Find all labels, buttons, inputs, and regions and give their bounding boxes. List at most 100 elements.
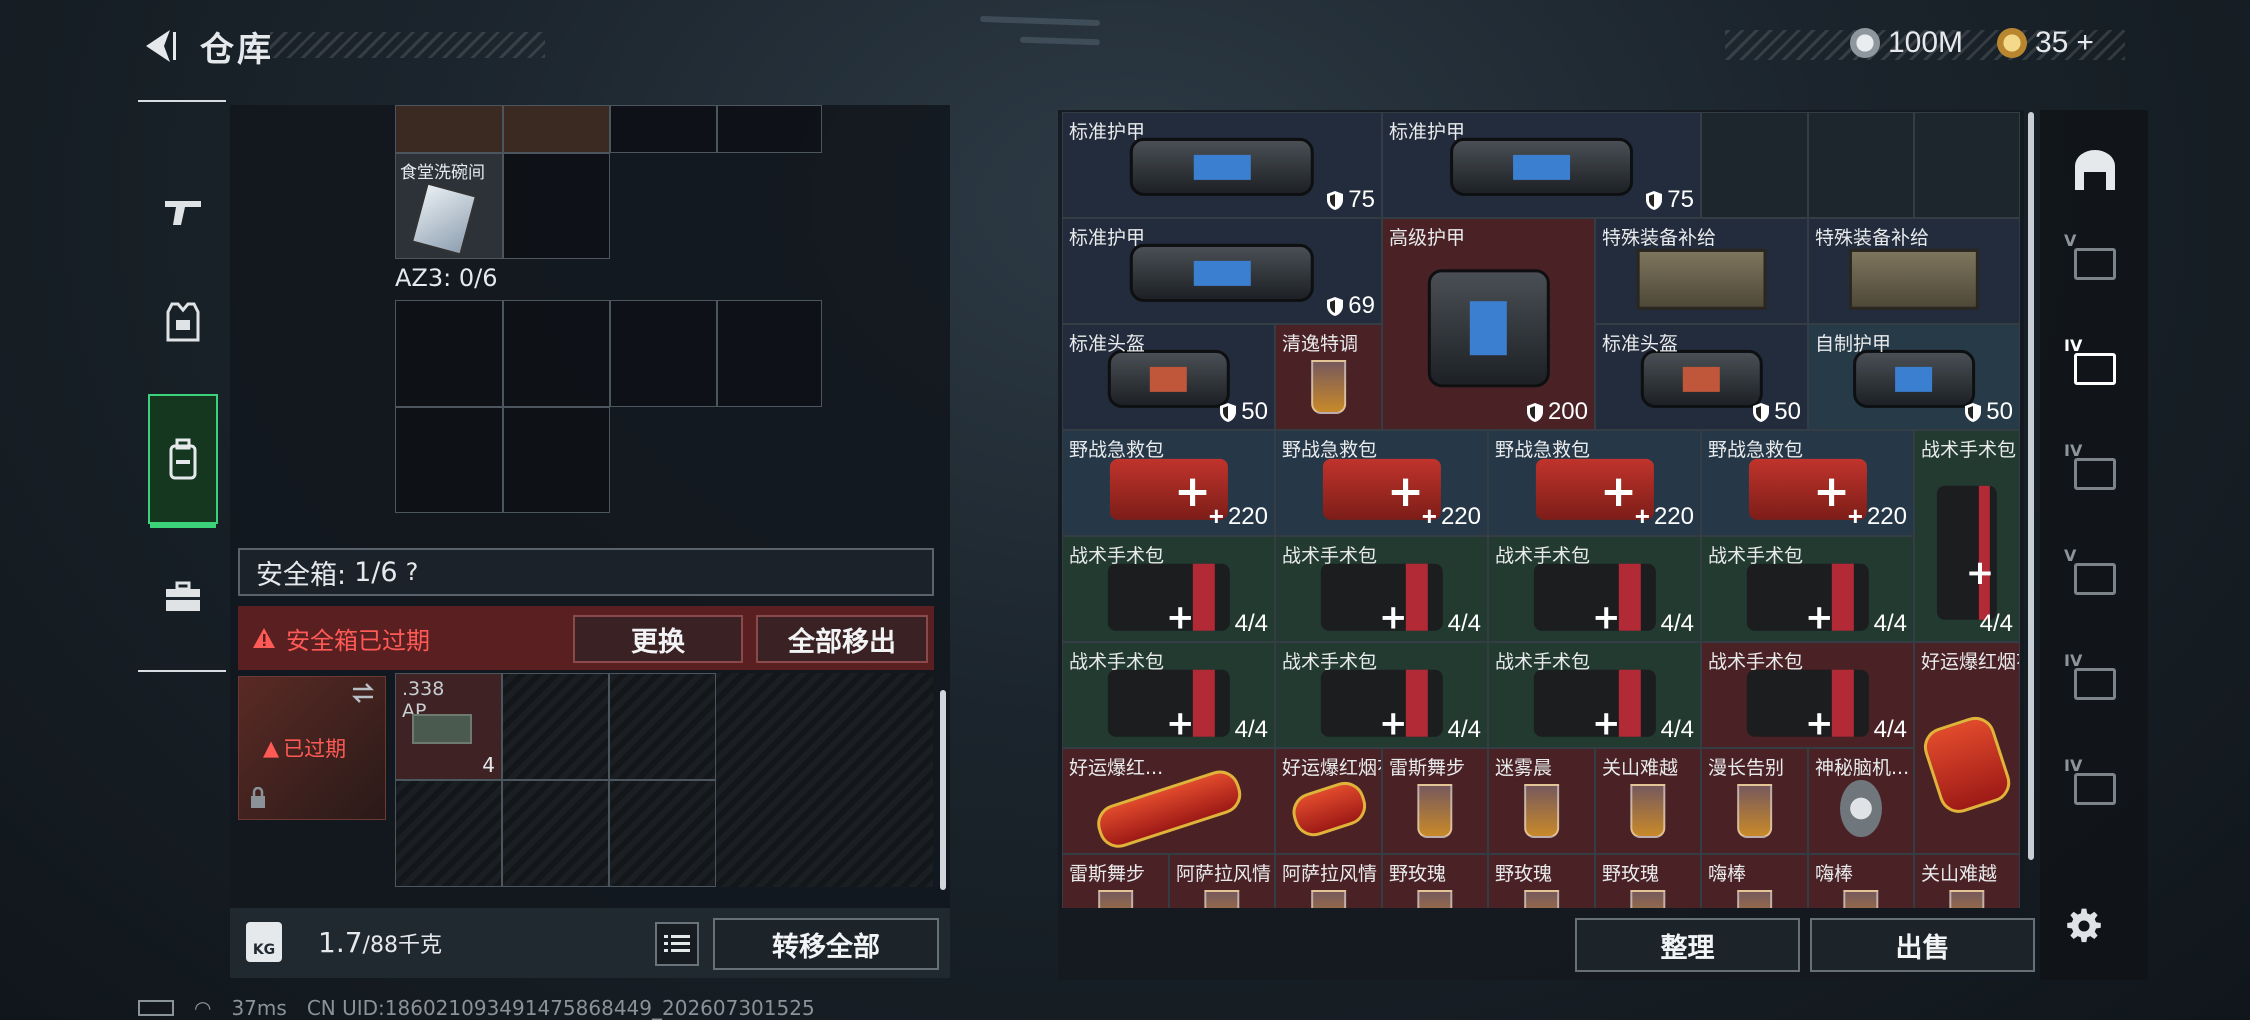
empty-slot[interactable]	[1914, 112, 2020, 218]
transfer-all-button[interactable]: 转移全部	[713, 918, 939, 970]
storage-scrollbar[interactable]	[2028, 112, 2034, 860]
tab-armor[interactable]	[148, 257, 218, 387]
storage-grid: 标准护甲 75 标准护甲 75 标准护甲 69 高级护甲 200 特殊装备补给 特殊装备补给 标准头…	[1062, 112, 2020, 908]
grid-slot[interactable]	[717, 300, 822, 407]
storage-page-6[interactable]: IV	[2050, 740, 2140, 830]
inventory-item[interactable]: 特殊装备补给	[1808, 218, 2020, 324]
inventory-item[interactable]: 雷斯舞步	[1382, 748, 1488, 854]
grid-slot[interactable]	[395, 105, 503, 153]
back-button[interactable]	[135, 24, 185, 68]
inventory-item[interactable]: 好运爆红烟花	[1914, 642, 2020, 854]
grid-slot[interactable]	[395, 407, 503, 513]
inventory-item[interactable]: + 战术手术包 4/4	[1275, 536, 1488, 642]
storage-level-label: IV	[2064, 756, 2083, 775]
inventory-item[interactable]: + 野战急救包 +220	[1488, 430, 1701, 536]
item-value-text: 4/4	[1234, 610, 1268, 637]
grid-slot[interactable]	[395, 300, 503, 407]
inventory-item[interactable]: + 战术手术包 4/4	[1275, 642, 1488, 748]
inventory-item[interactable]: 关山难越	[1595, 748, 1701, 854]
storage-page-3[interactable]: IV	[2050, 425, 2140, 515]
sort-button[interactable]: 整理	[1575, 918, 1800, 972]
inventory-item[interactable]: 自制护甲 50	[1808, 324, 2020, 430]
grid-slot[interactable]	[609, 673, 716, 780]
tab-backpack[interactable]	[148, 394, 218, 528]
inventory-item[interactable]: 标准护甲 75	[1382, 112, 1701, 218]
inventory-item[interactable]: 嗨棒	[1808, 854, 1914, 908]
storage-page-5[interactable]: IV	[2050, 635, 2140, 725]
inventory-item[interactable]: + 野战急救包 +220	[1062, 430, 1275, 536]
inventory-item[interactable]: 标准护甲 75	[1062, 112, 1382, 218]
grid-slot[interactable]	[502, 673, 609, 780]
grid-slot[interactable]	[502, 780, 609, 887]
inventory-item[interactable]: 好运爆红烟花	[1275, 748, 1382, 854]
inventory-item[interactable]: 雷斯舞步	[1062, 854, 1169, 908]
settings-button[interactable]	[2054, 896, 2114, 956]
surgery-kit-icon: +	[1936, 485, 1998, 620]
inventory-item[interactable]: + 野战急救包 +220	[1701, 430, 1914, 536]
help-icon[interactable]: ?	[406, 558, 419, 586]
grid-slot[interactable]	[610, 300, 717, 407]
currency-add-button[interactable]: +	[2076, 26, 2094, 60]
grid-slot[interactable]	[503, 300, 610, 407]
inventory-item[interactable]: + 战术手术包 4/4	[1488, 536, 1701, 642]
item-name: 关山难越	[1921, 863, 1998, 885]
move-all-out-button[interactable]: 全部移出	[756, 615, 928, 663]
empty-slot[interactable]	[1808, 112, 1914, 218]
grid-slot[interactable]	[503, 407, 610, 513]
inventory-item[interactable]: 关山难越	[1914, 854, 2020, 908]
inventory-item[interactable]: 野玫瑰	[1382, 854, 1488, 908]
inventory-item[interactable]: + 野战急救包 +220	[1275, 430, 1488, 536]
inventory-item[interactable]: 清逸特调	[1275, 324, 1382, 430]
inventory-item[interactable]: + 战术手术包 4/4	[1701, 536, 1914, 642]
tab-case[interactable]	[148, 532, 218, 662]
storage-page-main[interactable]	[2050, 125, 2140, 215]
item-value: +220	[1635, 501, 1694, 532]
inventory-item[interactable]: + 战术手术包 4/4	[1701, 642, 1914, 748]
inventory-item[interactable]: 阿萨拉风情	[1275, 854, 1382, 908]
inventory-item[interactable]: 好运爆红...	[1062, 748, 1275, 854]
drink-icon	[1310, 890, 1347, 908]
inventory-item[interactable]: 野玫瑰	[1595, 854, 1701, 908]
list-view-button[interactable]	[655, 922, 699, 966]
grid-slot[interactable]	[395, 780, 502, 887]
inventory-item[interactable]: + 战术手术包 4/4	[1488, 642, 1701, 748]
grid-slot[interactable]	[609, 780, 716, 887]
inventory-item[interactable]: 阿萨拉风情	[1169, 854, 1275, 908]
replace-button[interactable]: 更换	[573, 615, 743, 663]
brain-chip-icon	[1840, 780, 1882, 838]
storage-page-1[interactable]: V	[2050, 215, 2140, 305]
weight-icon: KG	[246, 922, 282, 962]
grid-slot[interactable]	[503, 153, 610, 259]
item-name: 标准护甲	[1069, 227, 1146, 249]
inventory-item[interactable]: 迷雾晨	[1488, 748, 1595, 854]
storage-page-4[interactable]: V	[2050, 530, 2140, 620]
empty-slot[interactable]	[1701, 112, 1808, 218]
inventory-item[interactable]: 标准头盔 50	[1062, 324, 1275, 430]
armor-item-icon	[1129, 137, 1315, 197]
safebox-slot[interactable]: ▲ 已过期	[238, 676, 386, 820]
grid-slot[interactable]	[717, 105, 822, 153]
inventory-item[interactable]: 神秘脑机...	[1808, 748, 1914, 854]
inventory-item[interactable]: + 战术手术包 4/4	[1914, 430, 2020, 642]
inventory-item[interactable]: 嗨棒	[1701, 854, 1808, 908]
item-card-ammo[interactable]: .338 AP 4	[395, 673, 502, 780]
grid-slot[interactable]	[610, 105, 717, 153]
inventory-item[interactable]: 高级护甲 200	[1382, 218, 1595, 430]
currency-cash[interactable]: 100M	[1850, 26, 1963, 60]
inventory-item[interactable]: 标准头盔 50	[1595, 324, 1808, 430]
item-card-dish-room[interactable]: 食堂洗碗间	[395, 153, 503, 259]
inventory-item[interactable]: 野玫瑰	[1488, 854, 1595, 908]
inventory-item[interactable]: 特殊装备补给	[1595, 218, 1808, 324]
storage-page-2[interactable]: IV	[2050, 320, 2140, 410]
item-value: 4/4	[1235, 716, 1268, 744]
inventory-item[interactable]: + 战术手术包 4/4	[1062, 536, 1275, 642]
inventory-item[interactable]: + 战术手术包 4/4	[1062, 642, 1275, 748]
item-name: 迷雾晨	[1495, 757, 1553, 779]
inventory-item[interactable]: 漫长告别	[1701, 748, 1808, 854]
sell-button[interactable]: 出售	[1810, 918, 2035, 972]
grid-slot[interactable]	[503, 105, 610, 153]
backpack-scrollbar[interactable]	[940, 690, 946, 890]
item-value: 69	[1326, 292, 1375, 320]
currency-tokens[interactable]: 35 +	[1997, 26, 2094, 60]
inventory-item[interactable]: 标准护甲 69	[1062, 218, 1382, 324]
